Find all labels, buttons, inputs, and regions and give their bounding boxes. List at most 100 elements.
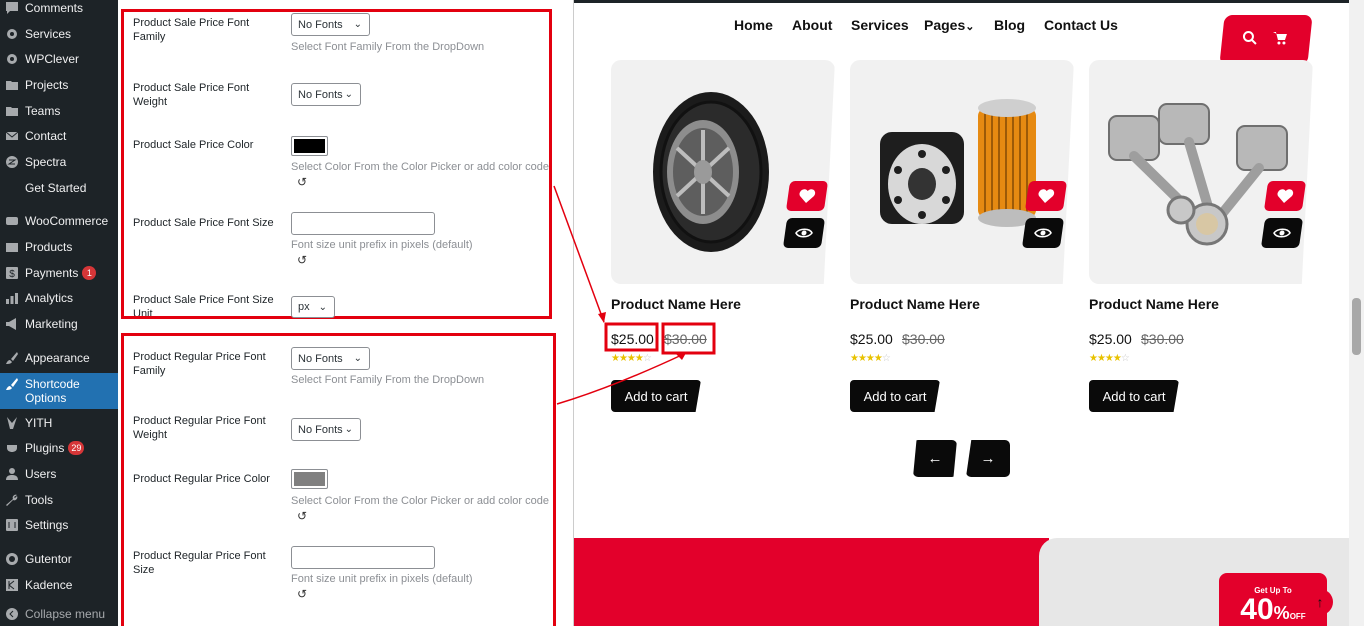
nav-home[interactable]: Home [734, 17, 773, 33]
notification-badge: 1 [82, 266, 97, 280]
sidebar-item-spectra[interactable]: Spectra [0, 150, 118, 174]
wishlist-heart-icon[interactable] [785, 181, 829, 211]
regular-color-help: Select Color From the Color Picker or ad… [291, 495, 549, 507]
sidebar-item-label: Shortcode Options [25, 377, 80, 405]
regular-font-weight-select[interactable]: No Fonts ⌄ [291, 418, 361, 441]
sidebar-item-wpclever[interactable]: WPClever [0, 47, 118, 71]
regular-color-picker[interactable] [291, 469, 328, 489]
sidebar-item-kadence[interactable]: Kadence [0, 573, 118, 597]
quick-view-eye-icon[interactable] [782, 218, 826, 248]
sidebar-item-teams[interactable]: Teams [0, 99, 118, 123]
sidebar-item-gutentor[interactable]: Gutentor [0, 547, 118, 571]
product-image-tire[interactable] [611, 60, 835, 284]
sidebar-item-label: Products [25, 240, 73, 254]
regular-font-size-input[interactable] [291, 546, 435, 569]
sidebar-item-products[interactable]: Products [0, 235, 118, 259]
product-name[interactable]: Product Name Here [1089, 296, 1219, 312]
regular-font-size-label: Product Regular Price Font Size [133, 550, 266, 576]
nav-contact-us[interactable]: Contact Us [1044, 17, 1118, 33]
sidebar-item-tools[interactable]: Tools [0, 488, 118, 512]
sidebar-item-woocommerce[interactable]: WooCommerce [0, 209, 118, 233]
sidebar-item-yith[interactable]: YITH [0, 411, 118, 435]
bar-chart-icon [5, 291, 19, 305]
comment-icon [5, 1, 19, 15]
cart-icon[interactable] [1272, 30, 1288, 51]
add-to-cart-button[interactable]: Add to cart [1089, 380, 1179, 412]
reset-icon[interactable]: ↺ [297, 253, 307, 267]
sale-price: $25.00 [1089, 331, 1132, 347]
sidebar-item-marketing[interactable]: Marketing [0, 312, 118, 336]
add-to-cart-button[interactable]: Add to cart [611, 380, 701, 412]
nav-services[interactable]: Services [851, 17, 909, 33]
nav-pages[interactable]: Pages⌄ [924, 17, 974, 33]
add-to-cart-button[interactable]: Add to cart [850, 380, 940, 412]
sidebar-item-appearance[interactable]: Appearance [0, 346, 118, 370]
scroll-to-top-button[interactable]: ↑ [1307, 589, 1333, 615]
quick-view-eye-icon[interactable] [1021, 218, 1065, 248]
regular-price: $30.00 [902, 331, 945, 347]
collapse-icon [5, 607, 19, 621]
product-image-pistons[interactable] [1089, 60, 1313, 284]
reset-icon[interactable]: ↺ [297, 587, 307, 601]
sidebar-item-projects[interactable]: Projects [0, 73, 118, 97]
promo-percent-value: 40 [1240, 593, 1274, 626]
sidebar-item-plugins[interactable]: Plugins 29 [0, 436, 118, 460]
plug-icon [5, 441, 19, 455]
sidebar-item-shortcode-options[interactable]: Shortcode Options [0, 373, 118, 409]
sidebar-item-contact[interactable]: Contact [0, 124, 118, 148]
wishlist-heart-icon[interactable] [1024, 181, 1068, 211]
sidebar-item-users[interactable]: Users [0, 462, 118, 486]
carousel-next-button[interactable]: → [966, 440, 1010, 477]
product-image-oil-filter[interactable] [850, 60, 1074, 284]
banner-red-panel [574, 538, 1049, 626]
search-icon[interactable] [1242, 30, 1258, 51]
regular-font-family-label: Product Regular Price Font Family [133, 351, 266, 377]
sale-font-size-label: Product Sale Price Font Size [133, 217, 274, 229]
scrollbar-thumb[interactable] [1352, 298, 1361, 355]
sale-price: $25.00 [850, 331, 893, 347]
reset-icon[interactable]: ↺ [297, 175, 307, 189]
sidebar-item-label: Collapse menu [25, 607, 106, 621]
sidebar-item-get-started[interactable]: Get Started [0, 176, 118, 200]
quick-view-eye-icon[interactable] [1260, 218, 1304, 248]
nav-pages-label: Pages [924, 17, 966, 33]
reset-icon[interactable]: ↺ [297, 509, 307, 523]
sidebar-item-services[interactable]: Services [0, 22, 118, 46]
nav-about[interactable]: About [792, 17, 832, 33]
arrow-right-icon: → [980, 450, 996, 467]
sale-font-family-select[interactable]: No Fonts ⌄ [291, 13, 370, 36]
regular-font-family-help: Select Font Family From the DropDown [291, 374, 485, 386]
sidebar-item-label: Comments [25, 1, 84, 15]
gutentor-icon [5, 552, 19, 566]
sidebar-item-settings[interactable]: Settings [0, 513, 118, 537]
nav-blog[interactable]: Blog [994, 17, 1025, 33]
promo-banner: Get Up To 40%OFF [574, 538, 1364, 626]
sale-font-size-unit-select[interactable]: px ⌄ [291, 296, 335, 318]
sale-font-size-help: Font size unit prefix in pixels (default… [291, 239, 473, 251]
gear-icon [5, 27, 19, 41]
regular-font-size-help: Font size unit prefix in pixels (default… [291, 573, 473, 585]
product-name[interactable]: Product Name Here [850, 296, 980, 312]
product-name[interactable]: Product Name Here [611, 296, 741, 312]
wishlist-heart-icon[interactable] [1263, 181, 1307, 211]
chevron-down-icon: ⌄ [344, 89, 353, 100]
sidebar-item-payments[interactable]: $ Payments 1 [0, 261, 118, 285]
sidebar-item-comments[interactable]: Comments [0, 0, 118, 20]
page-scrollbar[interactable] [1349, 0, 1364, 626]
search-cart-button[interactable] [1219, 15, 1313, 65]
regular-price: $30.00 [664, 331, 707, 347]
sidebar-item-label: Kadence [25, 578, 73, 592]
collapse-menu-button[interactable]: Collapse menu [0, 602, 118, 626]
sidebar-item-analytics[interactable]: Analytics [0, 286, 118, 310]
mail-icon [5, 129, 19, 143]
sidebar-item-label: Gutentor [25, 552, 72, 566]
yith-icon [5, 416, 19, 430]
sidebar-item-label: Contact [25, 129, 67, 143]
carousel-prev-button[interactable]: ← [913, 440, 957, 477]
woocommerce-icon [5, 214, 19, 228]
sale-color-picker[interactable] [291, 136, 328, 156]
regular-font-family-select[interactable]: No Fonts ⌄ [291, 347, 370, 370]
sale-font-size-input[interactable] [291, 212, 435, 235]
sale-font-size-unit-label: Product Sale Price Font Size Unit [133, 294, 274, 316]
sale-font-weight-select[interactable]: No Fonts ⌄ [291, 83, 361, 106]
